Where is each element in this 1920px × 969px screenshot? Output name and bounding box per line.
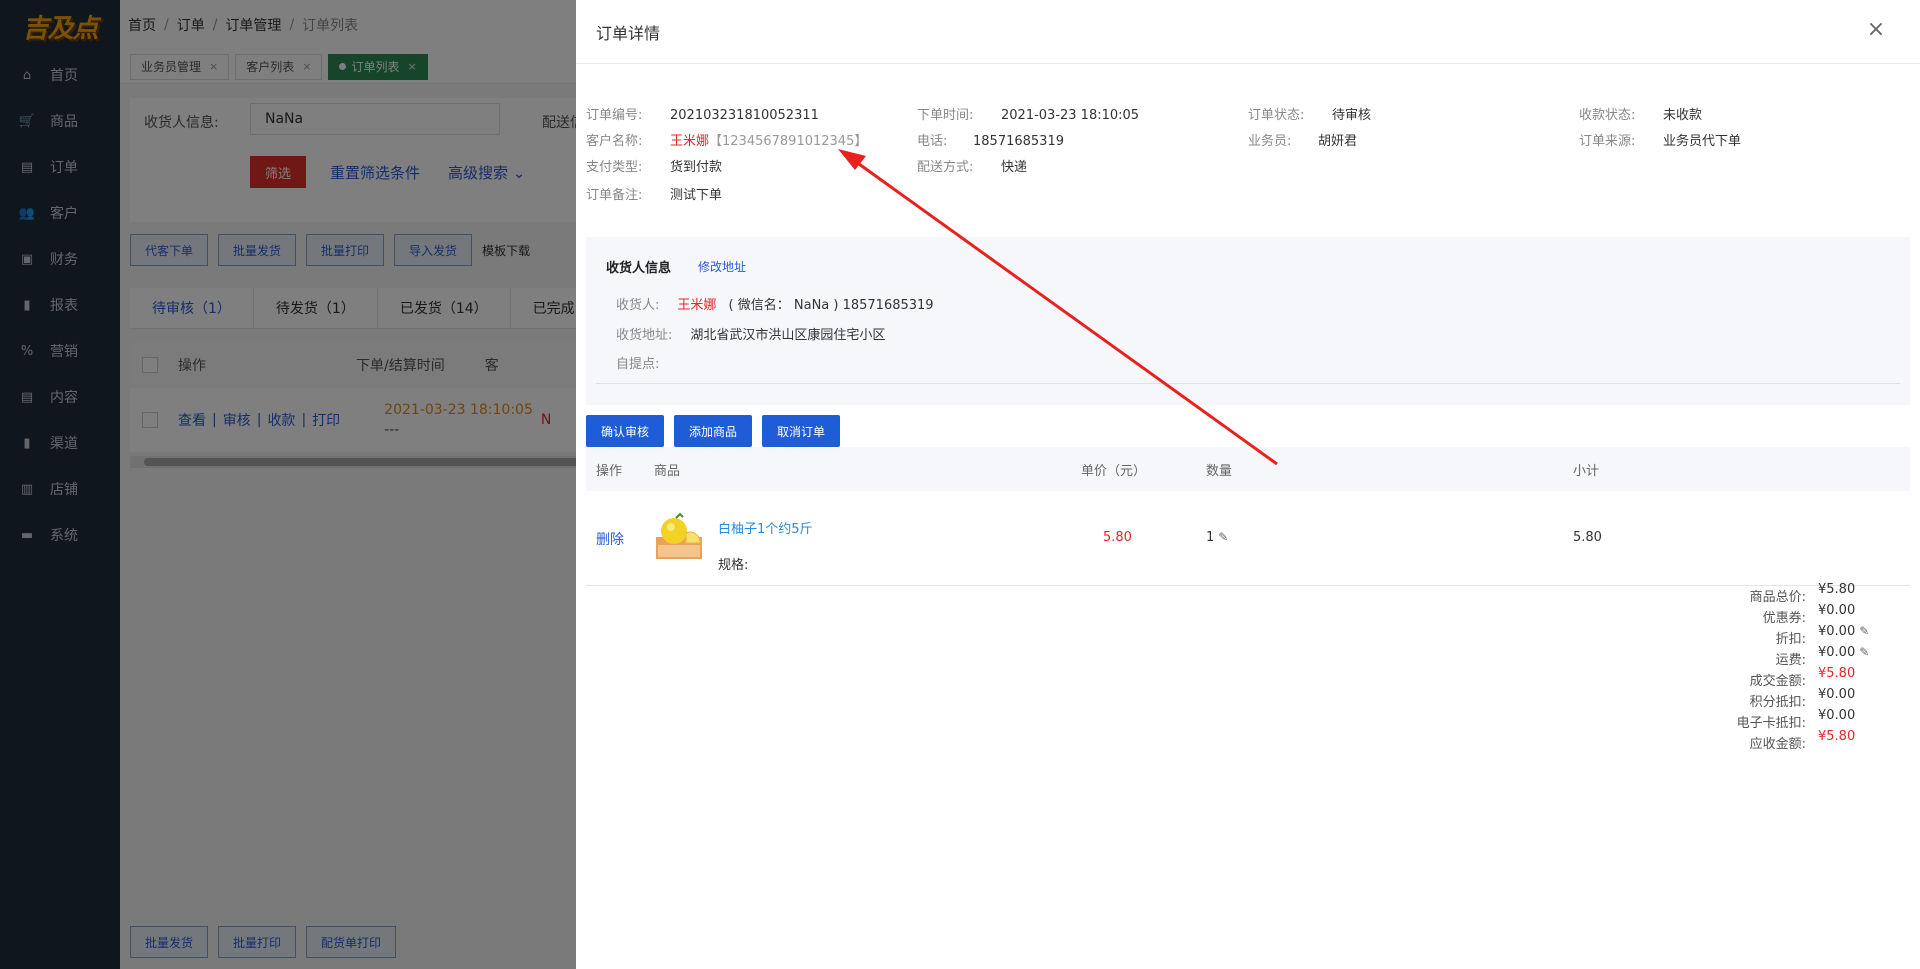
annotation-arrow (838, 149, 1278, 466)
